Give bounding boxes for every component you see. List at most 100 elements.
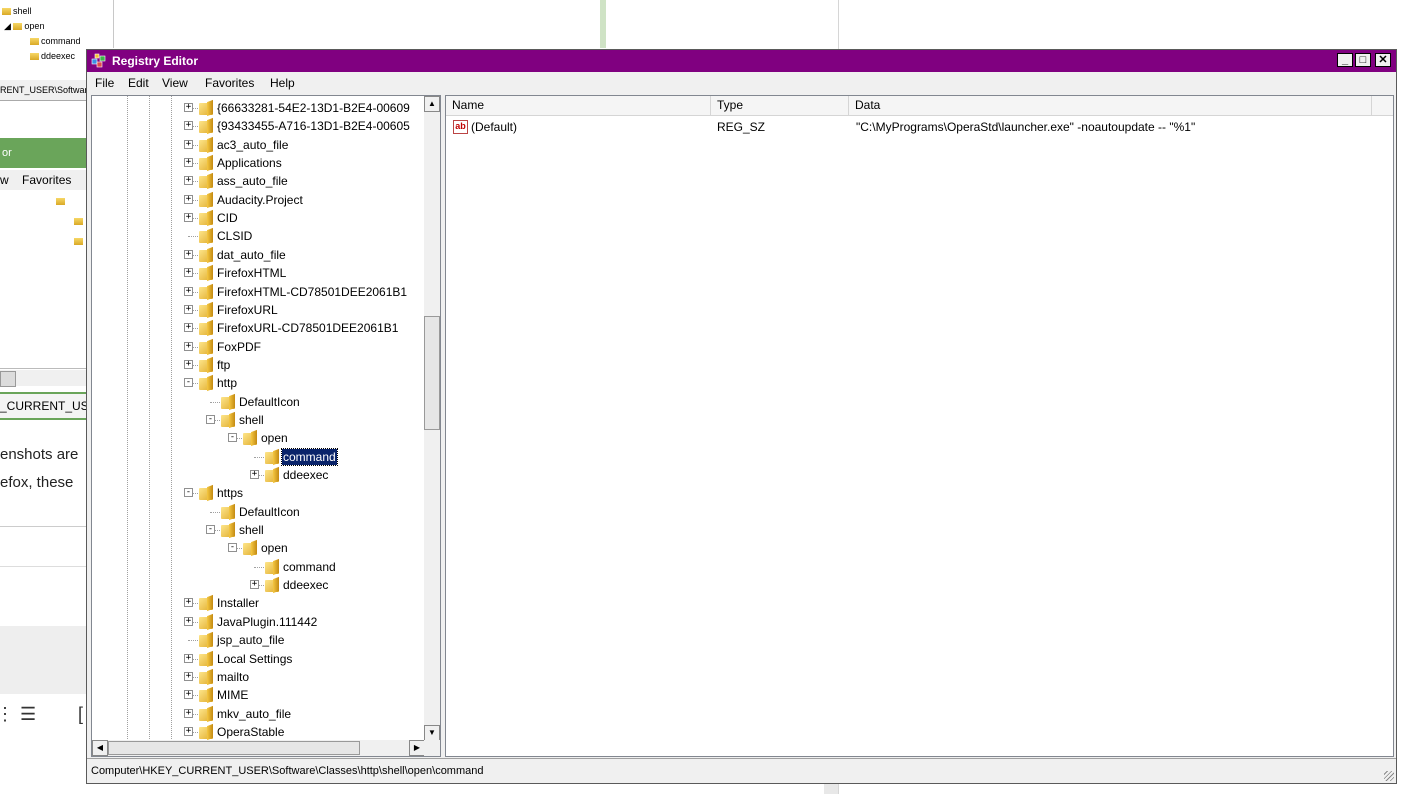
expand-icon[interactable]: + bbox=[184, 176, 193, 186]
tree-item-label[interactable]: Audacity.Project bbox=[216, 192, 304, 208]
tree-item-label[interactable]: shell bbox=[238, 412, 265, 428]
menu-edit[interactable]: Edit bbox=[128, 73, 149, 93]
tree-item-label[interactable]: Local Settings bbox=[216, 651, 293, 667]
tree-item[interactable]: DefaultIcon bbox=[92, 503, 425, 521]
tree-item[interactable]: + dat_auto_file bbox=[92, 246, 425, 264]
tree-item[interactable]: - https bbox=[92, 484, 425, 502]
expand-icon[interactable]: + bbox=[184, 304, 193, 314]
title-bar[interactable]: Registry Editor _ □ ✕ bbox=[87, 50, 1396, 72]
tree-item-label[interactable]: OperaStable bbox=[216, 724, 285, 740]
scroll-up-arrow-icon[interactable]: ▲ bbox=[424, 96, 440, 112]
expand-icon[interactable]: + bbox=[184, 249, 193, 259]
expand-icon[interactable]: + bbox=[184, 726, 193, 736]
tree-item[interactable]: + ac3_auto_file bbox=[92, 136, 425, 154]
column-header-name[interactable]: Name bbox=[446, 96, 711, 116]
expand-icon[interactable]: + bbox=[184, 194, 193, 204]
tree-item[interactable]: - http bbox=[92, 374, 425, 392]
tree-item[interactable]: + ddeexec bbox=[92, 576, 425, 594]
tree-item-label[interactable]: ddeexec bbox=[282, 467, 329, 483]
close-button[interactable]: ✕ bbox=[1375, 53, 1391, 67]
tree-item[interactable]: command bbox=[92, 558, 425, 576]
scroll-left-arrow-icon[interactable]: ◀ bbox=[92, 740, 108, 756]
collapse-icon[interactable]: - bbox=[184, 488, 193, 498]
tree-item-label[interactable]: dat_auto_file bbox=[216, 247, 287, 263]
tree-item[interactable]: DefaultIcon bbox=[92, 393, 425, 411]
maximize-button[interactable]: □ bbox=[1355, 53, 1371, 67]
tree-item-label[interactable]: FirefoxHTML-CD78501DEE2061B1 bbox=[216, 284, 408, 300]
tree-item[interactable]: + FirefoxHTML-CD78501DEE2061B1 bbox=[92, 283, 425, 301]
collapse-icon[interactable]: - bbox=[206, 525, 215, 535]
tree-item[interactable]: command bbox=[92, 447, 425, 466]
tree-item[interactable]: + Audacity.Project bbox=[92, 191, 425, 209]
expand-icon[interactable]: + bbox=[184, 268, 193, 278]
tree-item[interactable]: + MIME bbox=[92, 686, 425, 704]
tree-item-label[interactable]: ac3_auto_file bbox=[216, 137, 289, 153]
expand-icon[interactable]: + bbox=[184, 653, 193, 663]
expand-icon[interactable]: + bbox=[184, 708, 193, 718]
scroll-thumb[interactable] bbox=[108, 741, 360, 755]
tree-item[interactable]: + ftp bbox=[92, 356, 425, 374]
collapse-icon[interactable]: - bbox=[184, 378, 193, 388]
tree-item-label[interactable]: jsp_auto_file bbox=[216, 632, 285, 648]
value-name[interactable]: (Default) bbox=[471, 118, 517, 136]
tree-item-label[interactable]: ass_auto_file bbox=[216, 173, 289, 189]
tree-item-label[interactable]: https bbox=[216, 485, 244, 501]
expand-icon[interactable]: + bbox=[184, 671, 193, 681]
tree-item-label[interactable]: FirefoxHTML bbox=[216, 265, 287, 281]
menu-file[interactable]: File bbox=[95, 73, 114, 93]
expand-icon[interactable]: + bbox=[184, 213, 193, 223]
tree-item[interactable]: + {66633281-54E2-13D1-B2E4-00609 bbox=[92, 99, 425, 117]
tree-item-label[interactable]: ftp bbox=[216, 357, 231, 373]
expand-icon[interactable]: + bbox=[184, 690, 193, 700]
scroll-right-arrow-icon[interactable]: ▶ bbox=[409, 740, 425, 756]
expand-icon[interactable]: + bbox=[184, 323, 193, 333]
tree-item[interactable]: + Installer bbox=[92, 594, 425, 612]
column-header-type[interactable]: Type bbox=[711, 96, 849, 116]
tree-item-label[interactable]: DefaultIcon bbox=[238, 504, 301, 520]
expand-icon[interactable]: + bbox=[184, 286, 193, 296]
tree-item[interactable]: + FirefoxURL-CD78501DEE2061B1 bbox=[92, 319, 425, 337]
tree-item-label[interactable]: open bbox=[260, 540, 289, 556]
tree-item[interactable]: + {93433455-A716-13D1-B2E4-00605 bbox=[92, 117, 425, 135]
tree-item[interactable]: + OperaStable bbox=[92, 723, 425, 741]
expand-icon[interactable]: + bbox=[184, 139, 193, 149]
tree-item[interactable]: - open bbox=[92, 429, 425, 447]
menu-favorites[interactable]: Favorites bbox=[205, 73, 254, 93]
expand-icon[interactable]: + bbox=[184, 616, 193, 626]
tree-item[interactable]: + CID bbox=[92, 209, 425, 227]
expand-icon[interactable]: + bbox=[250, 470, 259, 479]
tree-item[interactable]: CLSID bbox=[92, 227, 425, 245]
collapse-icon[interactable]: - bbox=[206, 414, 215, 424]
tree-item-label[interactable]: shell bbox=[238, 522, 265, 538]
collapse-icon[interactable]: - bbox=[228, 433, 237, 443]
resize-grip-icon[interactable] bbox=[1384, 771, 1394, 781]
tree-item-label[interactable]: command bbox=[282, 559, 337, 575]
tree-item[interactable]: + ass_auto_file bbox=[92, 172, 425, 190]
tree-item-label[interactable]: CLSID bbox=[216, 228, 253, 244]
tree-item-label[interactable]: FirefoxURL-CD78501DEE2061B1 bbox=[216, 320, 399, 336]
scroll-down-arrow-icon[interactable]: ▼ bbox=[424, 725, 440, 741]
tree-item-label[interactable]: mailto bbox=[216, 669, 250, 685]
scroll-thumb[interactable] bbox=[424, 316, 440, 430]
tree-item-label[interactable]: FirefoxURL bbox=[216, 302, 279, 318]
tree-vertical-scrollbar[interactable]: ▲ ▼ bbox=[424, 96, 440, 741]
value-data[interactable]: "C:\MyPrograms\OperaStd\launcher.exe" -n… bbox=[856, 118, 1195, 136]
menu-help[interactable]: Help bbox=[270, 73, 295, 93]
expand-icon[interactable]: + bbox=[184, 121, 193, 131]
expand-icon[interactable]: + bbox=[250, 580, 259, 590]
tree-item-label[interactable]: FoxPDF bbox=[216, 339, 262, 355]
tree-item-label[interactable]: MIME bbox=[216, 687, 249, 703]
expand-icon[interactable]: + bbox=[184, 359, 193, 369]
expand-icon[interactable]: + bbox=[184, 103, 193, 112]
tree-item-label[interactable]: open bbox=[260, 430, 289, 446]
tree-item-label[interactable]: {66633281-54E2-13D1-B2E4-00609 bbox=[216, 100, 411, 116]
tree-item[interactable]: - shell bbox=[92, 411, 425, 429]
tree-item[interactable]: + JavaPlugin.111442 bbox=[92, 613, 425, 631]
tree-item[interactable]: + FirefoxURL bbox=[92, 301, 425, 319]
tree-horizontal-scrollbar[interactable]: ◀ ▶ bbox=[92, 740, 425, 756]
column-header-data[interactable]: Data bbox=[849, 96, 1372, 116]
collapse-icon[interactable]: - bbox=[228, 543, 237, 553]
tree-item-label[interactable]: command bbox=[281, 447, 338, 466]
tree-item-label[interactable]: CID bbox=[216, 210, 239, 226]
menu-view[interactable]: View bbox=[162, 73, 188, 93]
